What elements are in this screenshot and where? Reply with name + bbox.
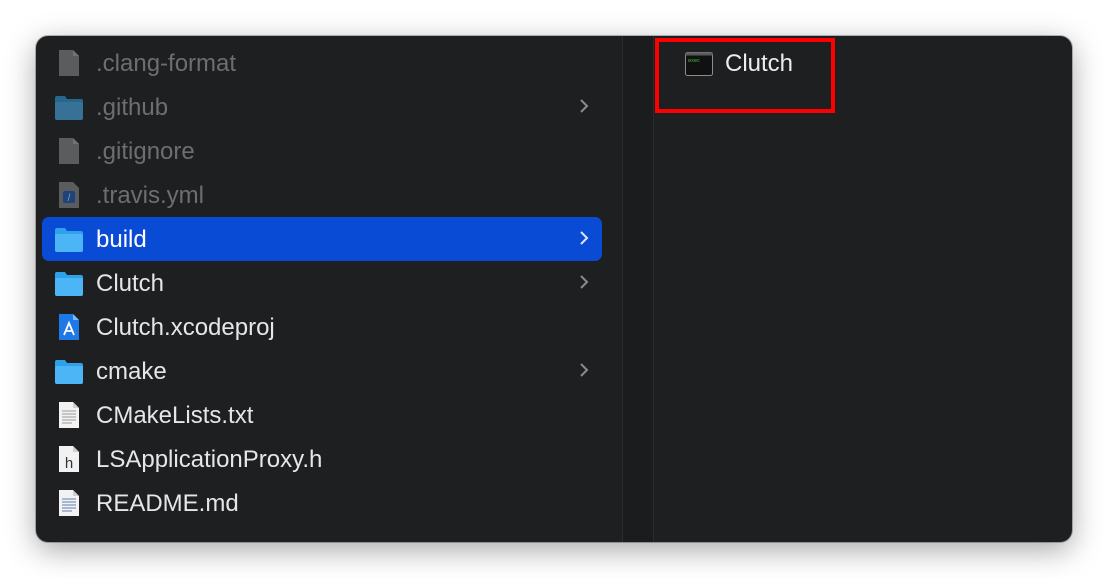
chevron-right-icon	[580, 231, 589, 245]
list-item-label: build	[96, 226, 147, 253]
list-item-label: CMakeLists.txt	[96, 402, 254, 429]
list-item-label: .travis.yml	[96, 182, 204, 209]
yml-file-icon: /	[59, 182, 79, 208]
text-file-icon	[59, 490, 79, 516]
header-file-icon: h	[59, 446, 79, 472]
list-item-label: .clang-format	[96, 50, 237, 77]
svg-text:/: /	[68, 193, 71, 204]
list-item-gitignore[interactable]: .gitignore	[42, 129, 602, 173]
list-item-label: LSApplicationProxy.h	[96, 446, 323, 473]
chevron-right-icon	[580, 275, 589, 289]
list-item-label: .gitignore	[96, 138, 195, 165]
chevron-right-icon	[580, 99, 589, 113]
list-item-lsapplicationproxy-h[interactable]: h LSApplicationProxy.h	[42, 437, 602, 481]
folder-icon	[55, 360, 83, 384]
folder-icon	[55, 272, 83, 296]
list-item-clutch-xcodeproj[interactable]: Clutch.xcodeproj	[42, 305, 602, 349]
folder-icon	[55, 96, 83, 120]
list-item-readme[interactable]: README.md	[42, 481, 602, 525]
chevron-right-icon	[580, 363, 589, 377]
list-item-build[interactable]: build	[42, 217, 602, 261]
list-item-github[interactable]: .github	[42, 85, 602, 129]
list-item-cmakelists[interactable]: CMakeLists.txt	[42, 393, 602, 437]
svg-text:h: h	[65, 455, 73, 472]
xcodeproj-icon	[59, 314, 79, 340]
list-item-clutch-folder[interactable]: Clutch	[42, 261, 602, 305]
list-item-label: README.md	[96, 490, 239, 517]
generic-file-icon	[59, 50, 79, 76]
column-build-parent: .clang-format .github .gitignore / .trav…	[36, 36, 622, 542]
column-divider[interactable]	[622, 36, 654, 542]
list-item-label: Clutch	[96, 270, 165, 297]
list-item-travis-yml[interactable]: / .travis.yml	[42, 173, 602, 217]
list-item-clang-format[interactable]: .clang-format	[42, 41, 602, 85]
list-item-label: cmake	[96, 358, 167, 385]
finder-window: .clang-format .github .gitignore / .trav…	[36, 36, 1072, 542]
text-file-icon	[59, 402, 79, 428]
generic-file-icon	[59, 138, 79, 164]
list-item-label: Clutch.xcodeproj	[96, 314, 275, 341]
folder-icon	[55, 228, 83, 252]
list-item-label: .github	[96, 94, 169, 121]
list-item-cmake[interactable]: cmake	[42, 349, 602, 393]
highlight-box	[655, 38, 835, 113]
